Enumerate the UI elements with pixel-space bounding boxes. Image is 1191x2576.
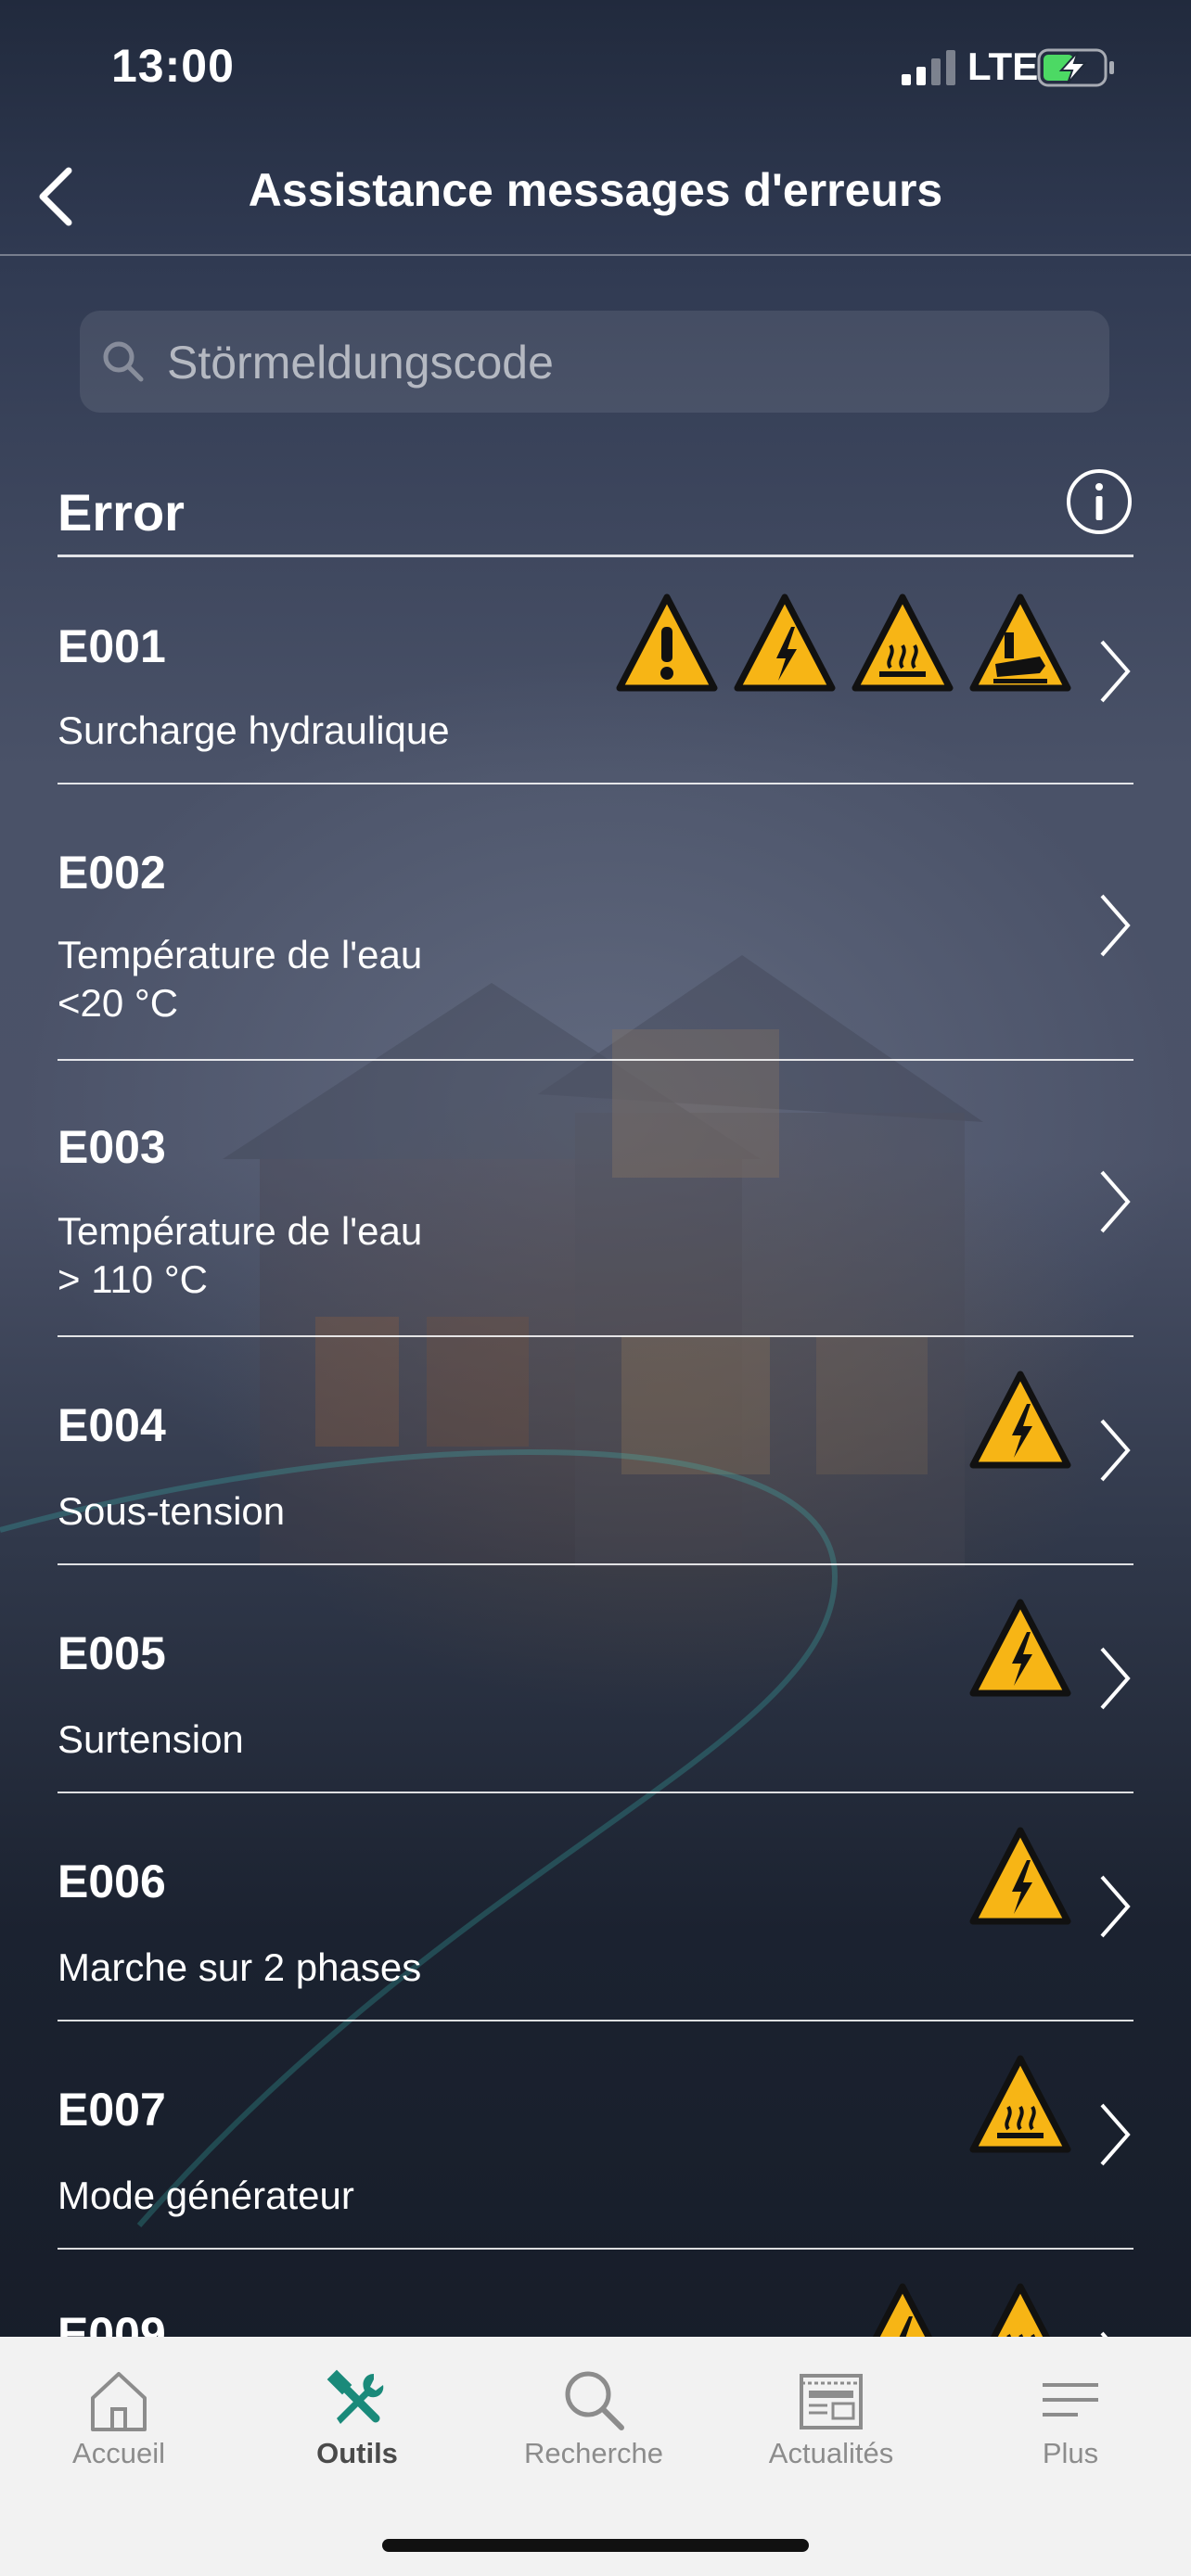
chevron-right-icon [1100, 1875, 1131, 1938]
chevron-right-icon [1100, 1419, 1131, 1482]
status-bar: 13:00 LTE [0, 0, 1191, 139]
error-code: E006 [58, 1855, 166, 1907]
error-code: E007 [58, 2084, 166, 2136]
error-description: Marche sur 2 phases [58, 1945, 422, 1989]
list-item[interactable]: E005 Surtension [58, 1565, 1133, 1793]
search-icon [103, 341, 144, 382]
menu-icon [1043, 2383, 1098, 2417]
network-type: LTE [967, 45, 1039, 88]
tab-outils[interactable]: Outils [238, 2337, 476, 2522]
tab-label: Recherche [524, 2437, 663, 2469]
error-description: Température de l'eau <20 °C [58, 931, 422, 1027]
error-description: Surtension [58, 1717, 244, 1761]
error-list-header: Error [58, 443, 1133, 557]
error-description: Température de l'eau > 110 °C [58, 1207, 422, 1304]
list-item[interactable]: E001 Surcharge hydraulique [58, 556, 1133, 784]
battery-charging-icon [1037, 48, 1114, 87]
error-description: Sous-tension [58, 1489, 286, 1533]
list-header-title: Error [58, 483, 185, 542]
error-code: E004 [58, 1399, 166, 1451]
hot-surface-warning-icon [852, 593, 954, 692]
electric-warning-icon [734, 593, 836, 692]
error-description-line: Température de l'eau [58, 1209, 423, 1253]
tools-icon [327, 2369, 384, 2424]
list-item[interactable]: E002 Température de l'eau <20 °C [58, 784, 1133, 1061]
chevron-right-icon [1100, 894, 1131, 957]
error-description: Surcharge hydraulique [58, 708, 450, 752]
tab-recherche[interactable]: Recherche [475, 2337, 712, 2522]
list-item[interactable]: E003 Température de l'eau > 110 °C [58, 1061, 1133, 1337]
hot-surface-warning-icon [969, 2055, 1071, 2153]
tab-label: Outils [316, 2437, 398, 2469]
error-code: E002 [58, 847, 166, 899]
home-icon [91, 2372, 147, 2431]
electric-warning-icon [969, 1599, 1071, 1697]
error-code: E001 [58, 620, 166, 672]
chevron-right-icon [1100, 640, 1131, 703]
list-item[interactable]: E007 Mode générateur [58, 2021, 1133, 2250]
hand-crush-warning-icon [969, 593, 1071, 692]
error-description-line: <20 °C [58, 981, 179, 1025]
chevron-right-icon [1100, 2103, 1131, 2166]
tab-plus[interactable]: Plus [952, 2337, 1189, 2522]
list-item[interactable]: E006 Marche sur 2 phases [58, 1793, 1133, 2021]
general-warning-icon [616, 593, 718, 692]
status-time: 13:00 [111, 40, 235, 92]
error-code: E003 [58, 1121, 166, 1173]
page-title: Assistance messages d'erreurs [248, 164, 943, 216]
chevron-right-icon [1100, 1647, 1131, 1710]
tab-accueil[interactable]: Accueil [0, 2337, 237, 2522]
home-indicator [382, 2539, 809, 2552]
electric-warning-icon [969, 1371, 1071, 1469]
error-code: E005 [58, 1627, 166, 1679]
info-icon[interactable] [1065, 467, 1133, 536]
tab-label: Plus [1042, 2437, 1099, 2469]
chevron-right-icon [1100, 1170, 1131, 1233]
error-code-search-input[interactable] [165, 311, 1087, 414]
error-description-line: > 110 °C [58, 1257, 208, 1301]
tab-label: Accueil [72, 2437, 165, 2469]
signal-strength-icon [902, 50, 955, 85]
tab-actualites[interactable]: Actualités [712, 2337, 950, 2522]
error-description-line: Température de l'eau [58, 933, 423, 976]
news-icon [800, 2374, 863, 2429]
electric-warning-icon [969, 1827, 1071, 1925]
error-description: Mode générateur [58, 2174, 354, 2217]
search-bar[interactable] [80, 311, 1109, 414]
list-item[interactable]: E004 Sous-tension [58, 1337, 1133, 1565]
tab-label: Actualités [768, 2437, 894, 2469]
search-icon [565, 2371, 624, 2430]
navigation-bar: Assistance messages d'erreurs [0, 139, 1191, 256]
